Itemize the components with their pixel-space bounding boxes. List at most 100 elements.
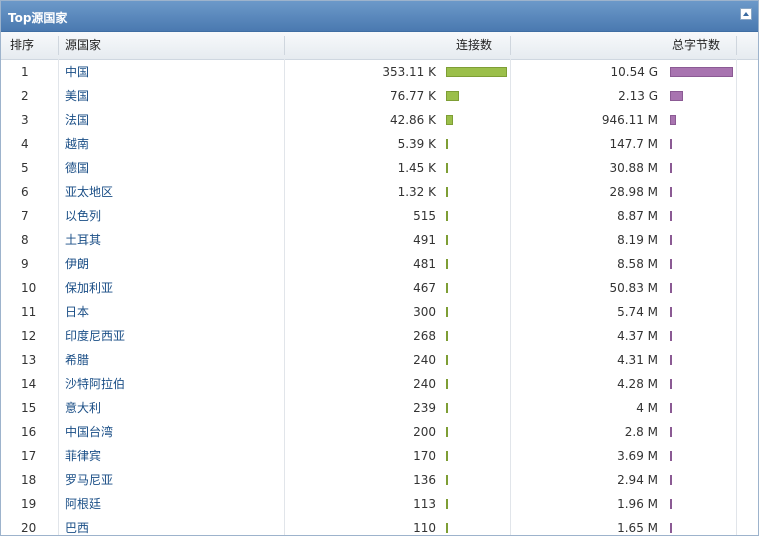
country-cell: 保加利亚 bbox=[65, 281, 114, 295]
connections-bar bbox=[446, 355, 448, 365]
table-row[interactable]: 1 中国 353.11 K 10.54 G bbox=[1, 60, 758, 84]
bytes-bar bbox=[670, 139, 672, 149]
column-header-rank[interactable]: 排序 bbox=[10, 32, 34, 59]
table-row[interactable]: 18 罗马尼亚 136 2.94 M bbox=[1, 468, 758, 492]
bytes-bar bbox=[670, 235, 672, 245]
bytes-bar bbox=[670, 259, 672, 269]
country-cell: 日本 bbox=[65, 305, 90, 319]
rank-cell: 18 bbox=[21, 473, 37, 487]
rank-cell: 9 bbox=[21, 257, 29, 271]
country-cell: 菲律宾 bbox=[65, 449, 102, 463]
bytes-bar bbox=[670, 403, 672, 413]
table-row[interactable]: 11 日本 300 5.74 M bbox=[1, 300, 758, 324]
connections-bar bbox=[446, 307, 448, 317]
bytes-cell: 2.13 G bbox=[618, 89, 658, 103]
bytes-cell: 1.96 M bbox=[617, 497, 658, 511]
connections-cell: 491 bbox=[413, 233, 436, 247]
rank-cell: 3 bbox=[21, 113, 29, 127]
connections-bar bbox=[446, 475, 448, 485]
bytes-bar bbox=[670, 451, 672, 461]
country-cell: 巴西 bbox=[65, 521, 90, 535]
collapse-up-icon[interactable] bbox=[740, 8, 752, 20]
connections-bar bbox=[446, 115, 453, 125]
connections-cell: 170 bbox=[413, 449, 436, 463]
bytes-cell: 4.31 M bbox=[617, 353, 658, 367]
bytes-bar bbox=[670, 379, 672, 389]
bytes-cell: 147.7 M bbox=[609, 137, 658, 151]
bytes-bar bbox=[670, 307, 672, 317]
table-row[interactable]: 15 意大利 239 4 M bbox=[1, 396, 758, 420]
table-row[interactable]: 17 菲律宾 170 3.69 M bbox=[1, 444, 758, 468]
bytes-cell: 2.94 M bbox=[617, 473, 658, 487]
connections-cell: 240 bbox=[413, 377, 436, 391]
table-row[interactable]: 16 中国台湾 200 2.8 M bbox=[1, 420, 758, 444]
bytes-bar bbox=[670, 331, 672, 341]
connections-cell: 136 bbox=[413, 473, 436, 487]
bytes-bar bbox=[670, 475, 672, 485]
country-cell: 印度尼西亚 bbox=[65, 329, 126, 343]
table-row[interactable]: 12 印度尼西亚 268 4.37 M bbox=[1, 324, 758, 348]
table-row[interactable]: 5 德国 1.45 K 30.88 M bbox=[1, 156, 758, 180]
rank-cell: 14 bbox=[21, 377, 37, 391]
country-cell: 沙特阿拉伯 bbox=[65, 377, 126, 391]
rank-cell: 13 bbox=[21, 353, 37, 367]
connections-cell: 515 bbox=[413, 209, 436, 223]
country-cell: 伊朗 bbox=[65, 257, 90, 271]
table-row[interactable]: 10 保加利亚 467 50.83 M bbox=[1, 276, 758, 300]
country-cell: 意大利 bbox=[65, 401, 102, 415]
table-row[interactable]: 19 阿根廷 113 1.96 M bbox=[1, 492, 758, 516]
connections-bar bbox=[446, 283, 448, 293]
table-row[interactable]: 7 以色列 515 8.87 M bbox=[1, 204, 758, 228]
connections-cell: 200 bbox=[413, 425, 436, 439]
connections-cell: 1.45 K bbox=[397, 161, 436, 175]
connections-cell: 113 bbox=[413, 497, 436, 511]
bytes-cell: 4 M bbox=[636, 401, 658, 415]
table-row[interactable]: 20 巴西 110 1.65 M bbox=[1, 516, 758, 535]
country-cell: 土耳其 bbox=[65, 233, 102, 247]
connections-cell: 268 bbox=[413, 329, 436, 343]
table-row[interactable]: 4 越南 5.39 K 147.7 M bbox=[1, 132, 758, 156]
table-row[interactable]: 3 法国 42.86 K 946.11 M bbox=[1, 108, 758, 132]
connections-bar bbox=[446, 331, 448, 341]
column-header-bytes[interactable]: 总字节数 bbox=[672, 32, 720, 59]
connections-cell: 76.77 K bbox=[389, 89, 436, 103]
column-header-country[interactable]: 源国家 bbox=[65, 32, 101, 59]
bytes-cell: 1.65 M bbox=[617, 521, 658, 535]
connections-cell: 110 bbox=[413, 521, 436, 535]
table-row[interactable]: 9 伊朗 481 8.58 M bbox=[1, 252, 758, 276]
country-cell: 罗马尼亚 bbox=[65, 473, 114, 487]
country-cell: 以色列 bbox=[65, 209, 102, 223]
rank-cell: 4 bbox=[21, 137, 29, 151]
table-row[interactable]: 8 土耳其 491 8.19 M bbox=[1, 228, 758, 252]
table-row[interactable]: 6 亚太地区 1.32 K 28.98 M bbox=[1, 180, 758, 204]
table-row[interactable]: 2 美国 76.77 K 2.13 G bbox=[1, 84, 758, 108]
rank-cell: 8 bbox=[21, 233, 29, 247]
bytes-cell: 8.19 M bbox=[617, 233, 658, 247]
rank-cell: 1 bbox=[21, 65, 29, 79]
bytes-bar bbox=[670, 187, 672, 197]
bytes-cell: 8.87 M bbox=[617, 209, 658, 223]
connections-cell: 240 bbox=[413, 353, 436, 367]
connections-bar bbox=[446, 403, 448, 413]
bytes-cell: 5.74 M bbox=[617, 305, 658, 319]
rank-cell: 15 bbox=[21, 401, 37, 415]
connections-cell: 300 bbox=[413, 305, 436, 319]
connections-cell: 353.11 K bbox=[382, 65, 436, 79]
connections-cell: 467 bbox=[413, 281, 436, 295]
table-row[interactable]: 13 希腊 240 4.31 M bbox=[1, 348, 758, 372]
connections-cell: 1.32 K bbox=[397, 185, 436, 199]
rank-cell: 5 bbox=[21, 161, 29, 175]
country-cell: 亚太地区 bbox=[65, 185, 114, 199]
bytes-bar bbox=[670, 211, 672, 221]
country-cell: 中国 bbox=[65, 65, 90, 79]
connections-bar bbox=[446, 139, 448, 149]
table-row[interactable]: 14 沙特阿拉伯 240 4.28 M bbox=[1, 372, 758, 396]
column-header-connections[interactable]: 连接数 bbox=[456, 32, 492, 59]
bytes-cell: 946.11 M bbox=[601, 113, 658, 127]
rank-cell: 19 bbox=[21, 497, 37, 511]
rank-cell: 17 bbox=[21, 449, 37, 463]
bytes-cell: 30.88 M bbox=[609, 161, 658, 175]
rank-cell: 12 bbox=[21, 329, 37, 343]
connections-bar bbox=[446, 523, 448, 533]
country-cell: 德国 bbox=[65, 161, 90, 175]
